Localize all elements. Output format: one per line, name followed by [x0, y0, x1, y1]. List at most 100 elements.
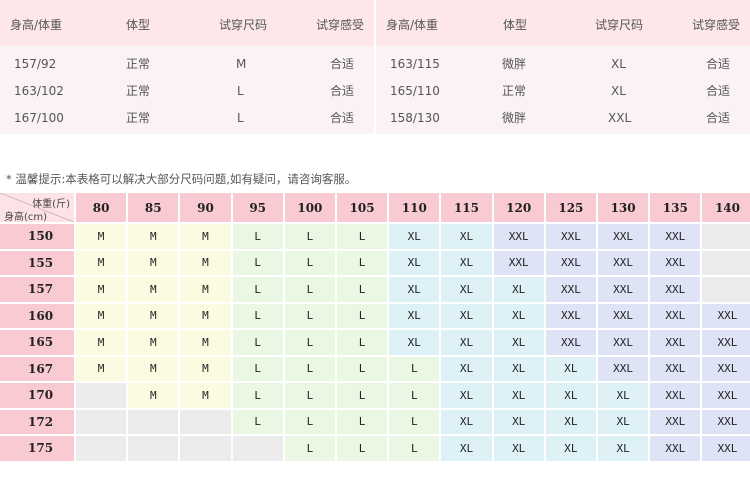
size-cell: XXL [702, 436, 750, 461]
weight-header-120: 120 [493, 193, 544, 222]
size-cell: L [284, 250, 335, 275]
size-cell: XL [441, 409, 492, 434]
size-cell: XXL [702, 356, 750, 381]
height-header-170: 170 [0, 383, 74, 408]
size-cell: L [389, 409, 440, 434]
size-cell [702, 224, 750, 249]
tryon-left-r3-c4: 合适 [330, 111, 355, 125]
size-cell: L [284, 356, 335, 381]
size-cell: L [389, 383, 440, 408]
tryon-right-r3-c2: 微胖 [502, 111, 527, 125]
weight-header-85: 85 [128, 193, 179, 222]
size-cell: XXL [493, 250, 544, 275]
weight-header-125: 125 [545, 193, 596, 222]
weight-header-140: 140 [702, 193, 750, 222]
tryon-right-r1-c2: 微胖 [502, 57, 527, 71]
size-cell: XL [441, 356, 492, 381]
size-cell: XL [493, 409, 544, 434]
size-cell: L [337, 409, 388, 434]
size-cell: L [232, 224, 283, 249]
height-header-172: 172 [0, 409, 74, 434]
header-feeling: 试穿感受 [316, 18, 365, 32]
size-cell: M [180, 356, 231, 381]
size-cell: XL [545, 436, 596, 461]
tryon-right-r2-c4: 合适 [706, 84, 731, 98]
tryon-right-r1-c3: XL [611, 57, 626, 71]
tryon-right-r3-c4: 合适 [706, 111, 731, 125]
size-cell [702, 250, 750, 275]
header-body-type-right: 体型 [503, 18, 528, 32]
size-cell: XXL [598, 277, 649, 302]
size-cell: XXL [545, 330, 596, 355]
tryon-right-r3-c1: 158/130 [390, 111, 440, 125]
size-cell: XL [493, 383, 544, 408]
tryon-left-r2-c4: 合适 [330, 84, 355, 98]
height-header-175: 175 [0, 436, 74, 461]
size-cell: XXL [545, 250, 596, 275]
size-cell [702, 277, 750, 302]
size-cell: XXL [598, 224, 649, 249]
size-tip: * 温馨提示:本表格可以解决大部分尺码问题,如有疑问，请咨询客服。 [6, 172, 357, 186]
tryon-panel-left: 身高/体重 体型 试穿尺码 试穿感受 157/92 正常 M 合适 163/10… [0, 0, 374, 134]
tryon-right-r2-c3: XL [611, 84, 626, 98]
size-cell: XL [545, 356, 596, 381]
size-cell: M [128, 383, 179, 408]
size-cell: M [128, 224, 179, 249]
header-feeling-right: 试穿感受 [692, 18, 741, 32]
size-cell: XL [545, 383, 596, 408]
tryon-left-r3-c3: L [237, 111, 244, 125]
tryon-left-r2-c2: 正常 [126, 84, 151, 98]
size-cell: L [337, 436, 388, 461]
size-cell: L [337, 383, 388, 408]
size-cell [76, 409, 127, 434]
size-cell: XXL [650, 436, 701, 461]
tryon-left-r1-c1: 157/92 [14, 57, 57, 71]
size-cell: XXL [545, 277, 596, 302]
size-cell: XXL [650, 250, 701, 275]
size-cell: XL [389, 224, 440, 249]
size-cell: XXL [650, 356, 701, 381]
size-cell: M [180, 330, 231, 355]
tryon-left-r3-c2: 正常 [126, 111, 151, 125]
size-cell [128, 436, 179, 461]
size-cell: M [76, 330, 127, 355]
size-cell: L [337, 330, 388, 355]
size-cell: XXL [545, 224, 596, 249]
size-cell: XXL [650, 330, 701, 355]
size-cell: XXL [598, 330, 649, 355]
size-cell: L [232, 330, 283, 355]
size-cell: XL [493, 277, 544, 302]
header-try-size: 试穿尺码 [219, 18, 268, 32]
size-cell: XL [441, 250, 492, 275]
size-cell: M [76, 303, 127, 328]
size-cell: XXL [702, 383, 750, 408]
size-chart: 体重(斤) 身高(cm) 80 85 90 95 100 105 110 115 120 125 1… [0, 193, 750, 502]
height-header-155: 155 [0, 250, 74, 275]
size-cell: XL [389, 277, 440, 302]
size-cell: L [232, 356, 283, 381]
weight-header-110: 110 [389, 193, 440, 222]
size-cell: L [232, 409, 283, 434]
size-cell: M [76, 224, 127, 249]
size-cell: XL [493, 356, 544, 381]
corner-height-label: 身高(cm) [4, 212, 48, 223]
size-cell: L [389, 356, 440, 381]
tryon-right-r3-c3: XXL [608, 111, 632, 125]
size-cell: L [284, 277, 335, 302]
size-cell: XL [493, 330, 544, 355]
size-cell: XL [389, 303, 440, 328]
size-cell: XXL [545, 303, 596, 328]
size-cell: XXL [650, 303, 701, 328]
size-cell: M [180, 224, 231, 249]
size-cell: L [284, 436, 335, 461]
size-cell: M [180, 383, 231, 408]
size-cell: XXL [650, 383, 701, 408]
size-cell: XL [545, 409, 596, 434]
size-cell: M [76, 277, 127, 302]
header-body-type: 体型 [126, 18, 151, 32]
tryon-right-r1-c1: 163/115 [390, 57, 440, 71]
grid-corner: 体重(斤) 身高(cm) [0, 193, 74, 223]
size-cell: XL [441, 383, 492, 408]
size-cell: XL [493, 303, 544, 328]
size-cell: M [180, 303, 231, 328]
